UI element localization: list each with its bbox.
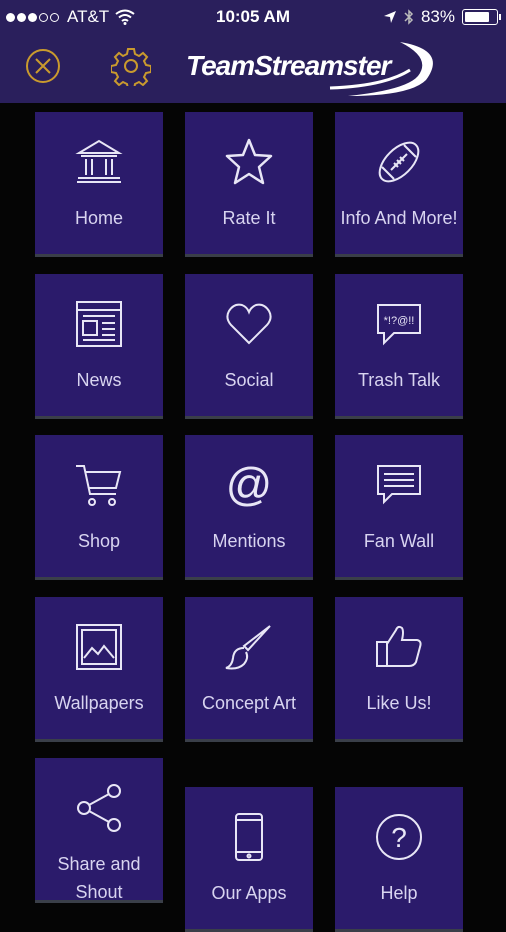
tile-info-and-more[interactable]: Info And More!	[335, 112, 463, 257]
svg-text:?: ?	[391, 822, 407, 853]
battery-percent: 83%	[420, 7, 455, 26]
picture-icon	[76, 624, 122, 670]
tile-label: News	[76, 370, 122, 390]
phone-icon	[235, 813, 263, 861]
tile-trash-talk[interactable]: *!?@!! Trash Talk	[335, 274, 463, 419]
at-icon: @	[226, 460, 273, 510]
cart-icon	[76, 465, 122, 506]
speech-bubble-icon: *!?@!!	[377, 304, 421, 346]
tile-label: Wallpapers	[54, 693, 144, 713]
svg-text:*!?@!!: *!?@!!	[384, 315, 415, 327]
thumbs-up-icon	[376, 625, 422, 667]
tile-share-and-shout[interactable]: Share and Shout	[35, 758, 163, 903]
tile-label: Like Us!	[366, 693, 432, 713]
tile-label: Shop	[77, 531, 121, 551]
tile-label: Rate It	[222, 208, 276, 228]
tile-label: Mentions	[212, 531, 286, 551]
newspaper-icon	[76, 301, 122, 347]
tile-label: Fan Wall	[363, 531, 435, 551]
tile-label: Info And More!	[340, 208, 458, 228]
app-header: AT&T 10:05 AM 83% TeamStreamster	[0, 0, 506, 103]
tile-label: Concept Art	[201, 693, 297, 713]
bluetooth-icon	[404, 9, 414, 25]
help-icon: ?	[376, 814, 422, 860]
tile-label: Our Apps	[211, 883, 287, 903]
tile-help[interactable]: ? Help	[335, 787, 463, 932]
tile-wallpapers[interactable]: Wallpapers	[35, 597, 163, 742]
tile-social[interactable]: Social	[185, 274, 313, 419]
gear-icon[interactable]	[111, 46, 151, 86]
logo-text: TeamStreamster	[186, 50, 391, 81]
svg-text:@: @	[226, 460, 273, 510]
tile-label: Help	[380, 883, 418, 903]
share-icon	[77, 784, 121, 832]
tile-label-line-1: Share and	[57, 854, 141, 874]
tile-fan-wall[interactable]: Fan Wall	[335, 435, 463, 580]
heart-icon	[226, 303, 272, 345]
tile-our-apps[interactable]: Our Apps	[185, 787, 313, 932]
close-icon[interactable]	[23, 46, 63, 86]
tile-label: Share and Shout	[35, 850, 163, 906]
tile-concept-art[interactable]: Concept Art	[185, 597, 313, 742]
tile-mentions[interactable]: @ Mentions	[185, 435, 313, 580]
tile-home[interactable]: Home	[35, 112, 163, 257]
tile-label: Trash Talk	[357, 370, 441, 390]
battery-icon	[462, 9, 501, 25]
status-bar: AT&T 10:05 AM 83%	[0, 0, 506, 34]
team-streamster-logo: TeamStreamster	[180, 40, 442, 98]
location-arrow-icon	[383, 11, 396, 23]
tile-rate-it[interactable]: Rate It	[185, 112, 313, 257]
tile-news[interactable]: News	[35, 274, 163, 419]
tile-label: Home	[74, 208, 123, 228]
tile-label: Social	[224, 370, 274, 390]
message-icon	[377, 465, 421, 505]
tile-shop[interactable]: Shop	[35, 435, 163, 580]
tile-label-line-2: Shout	[75, 882, 123, 902]
football-icon	[378, 141, 420, 183]
brush-icon	[225, 625, 271, 670]
tile-like-us[interactable]: Like Us!	[335, 597, 463, 742]
star-icon	[225, 138, 273, 185]
home-icon	[75, 139, 123, 183]
